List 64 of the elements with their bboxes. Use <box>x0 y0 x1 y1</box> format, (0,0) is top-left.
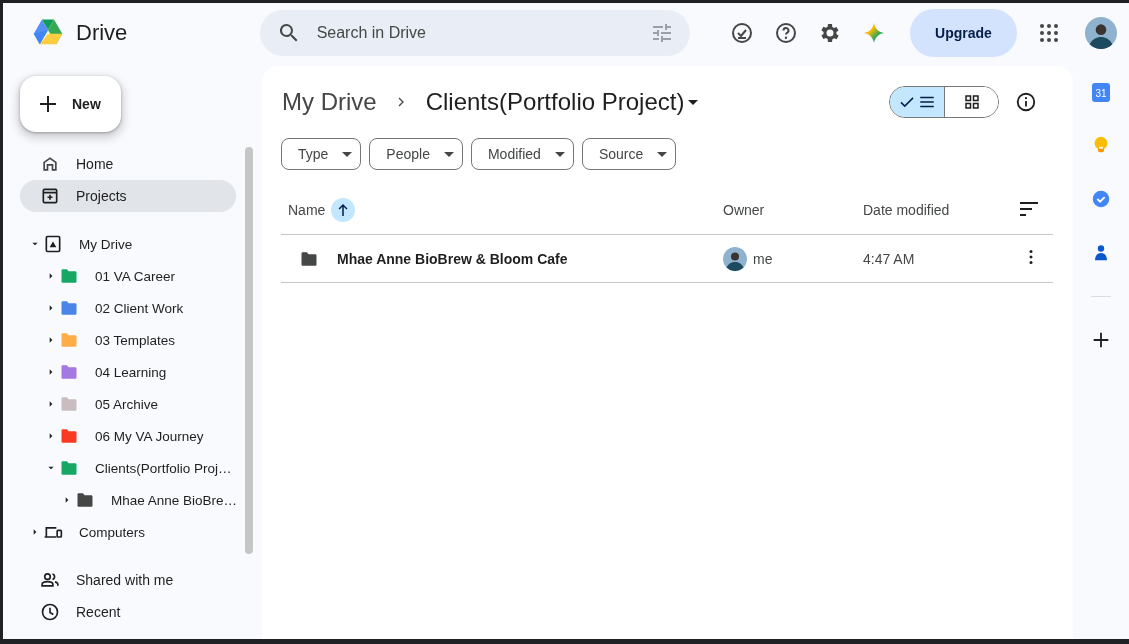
tree-item[interactable]: Clients(Portfolio Proj… <box>95 460 232 476</box>
avatar[interactable] <box>1085 17 1117 49</box>
tree-item[interactable]: 06 My VA Journey <box>95 428 204 444</box>
upgrade-button[interactable]: Upgrade <box>910 9 1017 57</box>
file-name[interactable]: Mhae Anne BioBrew & Bloom Cafe <box>337 250 568 267</box>
caret-right-icon[interactable] <box>47 304 55 312</box>
sort-ascending-icon[interactable] <box>331 198 356 222</box>
filter-sliders-icon[interactable] <box>650 21 674 45</box>
info-icon[interactable] <box>1015 91 1037 113</box>
caret-down-icon <box>657 151 668 157</box>
caret-right-icon[interactable] <box>47 432 55 440</box>
caret-right-icon[interactable] <box>63 496 71 504</box>
tree-item[interactable]: 05 Archive <box>95 396 159 412</box>
tree-item[interactable]: 02 Client Work <box>95 300 184 316</box>
breadcrumb-folder[interactable]: Clients(Portfolio Project) <box>424 88 685 116</box>
caret-down-icon[interactable] <box>688 99 699 105</box>
column-header[interactable]: Owner <box>723 202 765 218</box>
caret-down-icon[interactable] <box>47 464 55 472</box>
scrollbar[interactable] <box>245 147 253 554</box>
caret-down-icon[interactable] <box>31 240 39 248</box>
column-header[interactable]: Date modified <box>863 202 950 218</box>
help-icon[interactable] <box>774 21 798 45</box>
owner-avatar <box>723 246 747 271</box>
caret-down-icon <box>443 151 454 157</box>
date-modified: 4:47 AM <box>863 234 1003 283</box>
column-header[interactable]: Name <box>288 202 326 218</box>
tree-item[interactable]: Computers <box>79 524 146 540</box>
tree-item[interactable]: Mhae Anne BioBre… <box>111 492 238 508</box>
filter-chip[interactable]: People <box>369 138 463 170</box>
nav-item[interactable]: Home <box>20 148 236 180</box>
projects-icon <box>40 186 60 206</box>
search-field[interactable]: Search in Drive <box>314 23 636 43</box>
apps-grid-icon[interactable] <box>1037 21 1061 45</box>
checkmark-circle-icon[interactable] <box>1090 188 1112 210</box>
caret-right-icon[interactable] <box>47 368 55 376</box>
drive-icon <box>43 234 63 254</box>
filter-chip[interactable]: Source <box>581 138 677 170</box>
tree-item[interactable]: 03 Templates <box>95 332 176 348</box>
new-button[interactable]: New <box>20 76 121 132</box>
tree-item[interactable]: 01 VA Career <box>95 268 176 284</box>
caret-right-icon[interactable] <box>31 528 39 536</box>
filter-chip[interactable]: Type <box>281 138 362 170</box>
caret-right-icon[interactable] <box>47 272 55 280</box>
caret-right-icon[interactable] <box>47 336 55 344</box>
nav-item[interactable]: Projects <box>20 180 236 212</box>
list-view-button[interactable] <box>890 87 944 117</box>
caret-right-icon[interactable] <box>47 400 55 408</box>
tree-item[interactable]: 04 Learning <box>95 364 167 380</box>
caret-down-icon <box>554 151 565 157</box>
app-name: Drive <box>76 20 128 46</box>
calendar-icon[interactable]: 31 <box>1092 83 1110 102</box>
filter-chip[interactable]: Modified <box>470 138 574 170</box>
nav-item[interactable]: Recent <box>20 596 236 628</box>
grid-icon <box>962 93 981 111</box>
caret-down-icon <box>342 151 353 157</box>
owner-name: me <box>753 250 773 267</box>
nav-item[interactable]: Shared with me <box>20 564 236 596</box>
breadcrumb-link[interactable]: My Drive <box>281 88 377 116</box>
recent-icon <box>40 602 60 622</box>
offline-check-icon[interactable] <box>730 21 754 45</box>
tree-item[interactable]: My Drive <box>79 236 133 252</box>
grid-view-button[interactable] <box>944 87 998 117</box>
search-bar[interactable]: Search in Drive <box>259 10 690 56</box>
shared-icon <box>40 570 60 590</box>
